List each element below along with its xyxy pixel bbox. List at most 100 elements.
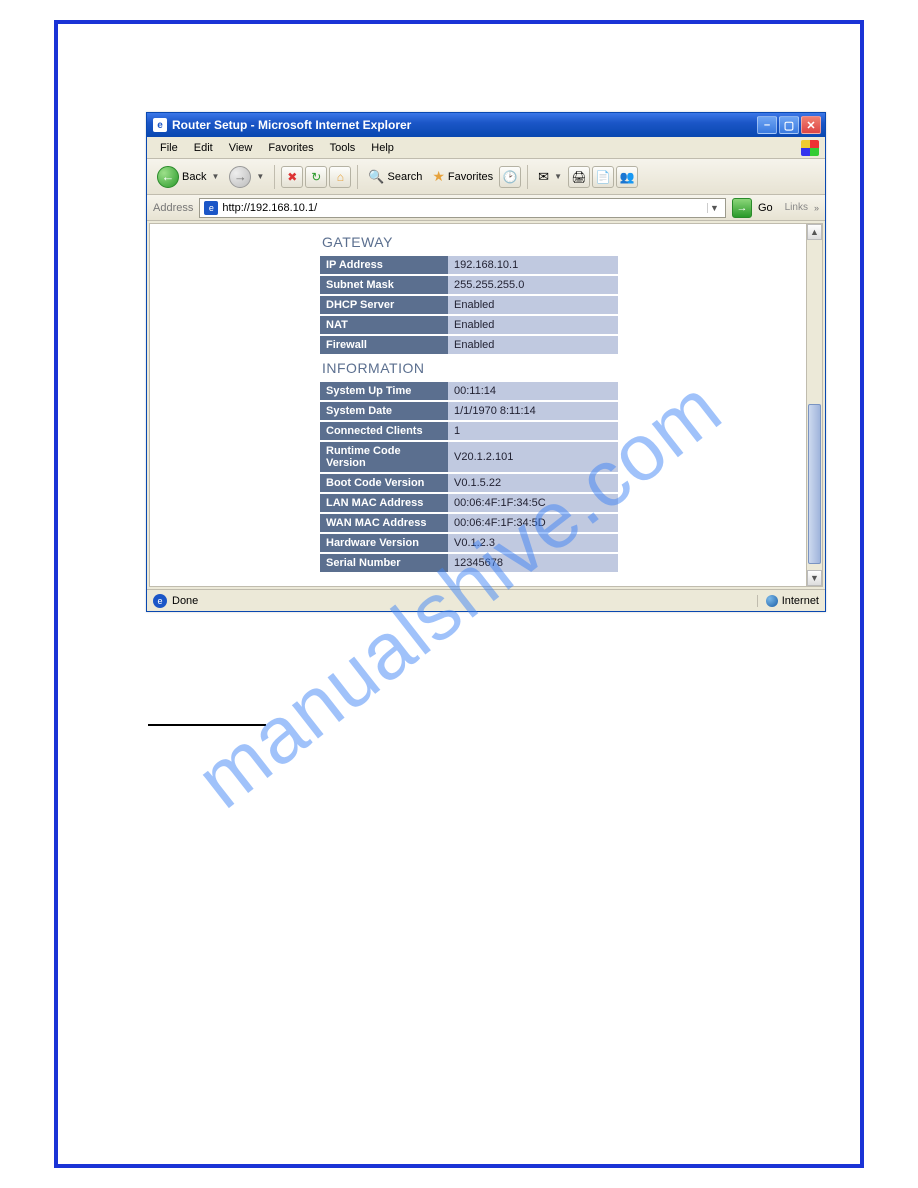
page-frame: e Router Setup - Microsoft Internet Expl… — [54, 20, 864, 1168]
vertical-scrollbar[interactable]: ▲ ▼ — [806, 224, 822, 586]
print-button[interactable]: 🖨 — [568, 166, 590, 188]
row-label: IP Address — [320, 256, 448, 274]
row-value: Enabled — [448, 316, 618, 334]
star-icon: ★ — [432, 168, 445, 185]
ie-logo-icon: e — [153, 118, 167, 132]
chevron-down-icon: ▼ — [211, 172, 219, 181]
table-row: Runtime Code VersionV20.1.2.101 — [320, 442, 618, 472]
status-text: Done — [172, 595, 198, 607]
edit-button[interactable]: 📄 — [592, 166, 614, 188]
row-value: V20.1.2.101 — [448, 442, 618, 472]
row-value: Enabled — [448, 336, 618, 354]
back-button[interactable]: ← Back ▼ — [153, 164, 223, 190]
row-value: 1 — [448, 422, 618, 440]
menu-view[interactable]: View — [221, 140, 261, 156]
mail-icon: ✉ — [538, 169, 549, 185]
close-button[interactable]: ✕ — [801, 116, 821, 134]
gateway-table: IP Address192.168.10.1 Subnet Mask255.25… — [320, 254, 618, 356]
scroll-up-icon[interactable]: ▲ — [807, 224, 822, 240]
content-area: GATEWAY IP Address192.168.10.1 Subnet Ma… — [149, 223, 823, 587]
row-value: Enabled — [448, 296, 618, 314]
row-value: 00:06:4F:1F:34:5C — [448, 494, 618, 512]
address-label: Address — [153, 202, 193, 214]
toolbar-separator — [527, 165, 528, 189]
row-label: Firewall — [320, 336, 448, 354]
document-rule — [148, 724, 266, 726]
back-arrow-icon: ← — [157, 166, 179, 188]
search-button[interactable]: 🔍 Search — [364, 164, 426, 190]
table-row: FirewallEnabled — [320, 336, 618, 354]
table-row: LAN MAC Address00:06:4F:1F:34:5C — [320, 494, 618, 512]
row-label: NAT — [320, 316, 448, 334]
section-title-gateway: GATEWAY — [322, 234, 822, 250]
section-title-information: INFORMATION — [322, 360, 822, 376]
minimize-button[interactable]: – — [757, 116, 777, 134]
row-value: 255.255.255.0 — [448, 276, 618, 294]
menu-favorites[interactable]: Favorites — [260, 140, 321, 156]
chevron-down-icon: ▼ — [256, 172, 264, 181]
row-label: Hardware Version — [320, 534, 448, 552]
search-icon: 🔍 — [368, 169, 384, 185]
table-row: WAN MAC Address00:06:4F:1F:34:5D — [320, 514, 618, 532]
history-button[interactable]: 🕑 — [499, 166, 521, 188]
window-title: Router Setup - Microsoft Internet Explor… — [172, 118, 757, 132]
go-button[interactable]: → — [732, 198, 752, 218]
toolbar: ← Back ▼ → ▼ ✖ ↻ ⌂ 🔍 Search ★ Favorites … — [147, 159, 825, 195]
information-table: System Up Time00:11:14 System Date1/1/19… — [320, 380, 618, 574]
row-value: V0.1.2.3 — [448, 534, 618, 552]
table-row: Subnet Mask255.255.255.0 — [320, 276, 618, 294]
menu-help[interactable]: Help — [363, 140, 402, 156]
links-label: Links — [785, 202, 808, 213]
table-row: Connected Clients1 — [320, 422, 618, 440]
ie-favicon-icon: e — [204, 201, 218, 215]
address-dropdown-icon[interactable]: ▼ — [707, 203, 721, 213]
internet-zone-icon — [766, 595, 778, 607]
row-value: 12345678 — [448, 554, 618, 572]
scroll-thumb[interactable] — [808, 404, 821, 564]
toolbar-separator — [357, 165, 358, 189]
row-value: V0.1.5.22 — [448, 474, 618, 492]
table-row: Hardware VersionV0.1.2.3 — [320, 534, 618, 552]
address-input[interactable] — [222, 202, 703, 214]
table-row: NATEnabled — [320, 316, 618, 334]
favorites-button[interactable]: ★ Favorites — [428, 164, 497, 190]
toolbar-separator — [274, 165, 275, 189]
row-label: WAN MAC Address — [320, 514, 448, 532]
messenger-button[interactable]: 👥 — [616, 166, 638, 188]
address-field[interactable]: e ▼ — [199, 198, 726, 218]
row-label: DHCP Server — [320, 296, 448, 314]
forward-arrow-icon: → — [229, 166, 251, 188]
windows-flag-icon — [801, 140, 819, 156]
table-row: Boot Code VersionV0.1.5.22 — [320, 474, 618, 492]
table-row: DHCP ServerEnabled — [320, 296, 618, 314]
mail-button[interactable]: ✉ ▼ — [534, 164, 566, 190]
row-label: Connected Clients — [320, 422, 448, 440]
home-button[interactable]: ⌂ — [329, 166, 351, 188]
row-label: Subnet Mask — [320, 276, 448, 294]
row-label: LAN MAC Address — [320, 494, 448, 512]
links-chevron-icon[interactable]: » — [814, 203, 819, 213]
row-label: Runtime Code Version — [320, 442, 448, 472]
row-label: System Up Time — [320, 382, 448, 400]
table-row: System Up Time00:11:14 — [320, 382, 618, 400]
chevron-down-icon: ▼ — [554, 172, 562, 181]
stop-button[interactable]: ✖ — [281, 166, 303, 188]
scroll-down-icon[interactable]: ▼ — [807, 570, 822, 586]
table-row: System Date1/1/1970 8:11:14 — [320, 402, 618, 420]
table-row: Serial Number12345678 — [320, 554, 618, 572]
row-value: 1/1/1970 8:11:14 — [448, 402, 618, 420]
row-label: Boot Code Version — [320, 474, 448, 492]
address-bar: Address e ▼ → Go Links » — [147, 195, 825, 221]
forward-button[interactable]: → ▼ — [225, 164, 268, 190]
ie-status-icon: e — [153, 594, 167, 608]
zone-label: Internet — [782, 595, 819, 607]
row-value: 00:06:4F:1F:34:5D — [448, 514, 618, 532]
menu-tools[interactable]: Tools — [322, 140, 364, 156]
status-bar: e Done Internet — [147, 589, 825, 611]
menu-file[interactable]: File — [152, 140, 186, 156]
refresh-button[interactable]: ↻ — [305, 166, 327, 188]
menubar: File Edit View Favorites Tools Help — [147, 137, 825, 159]
menu-edit[interactable]: Edit — [186, 140, 221, 156]
row-label: Serial Number — [320, 554, 448, 572]
maximize-button[interactable]: ▢ — [779, 116, 799, 134]
